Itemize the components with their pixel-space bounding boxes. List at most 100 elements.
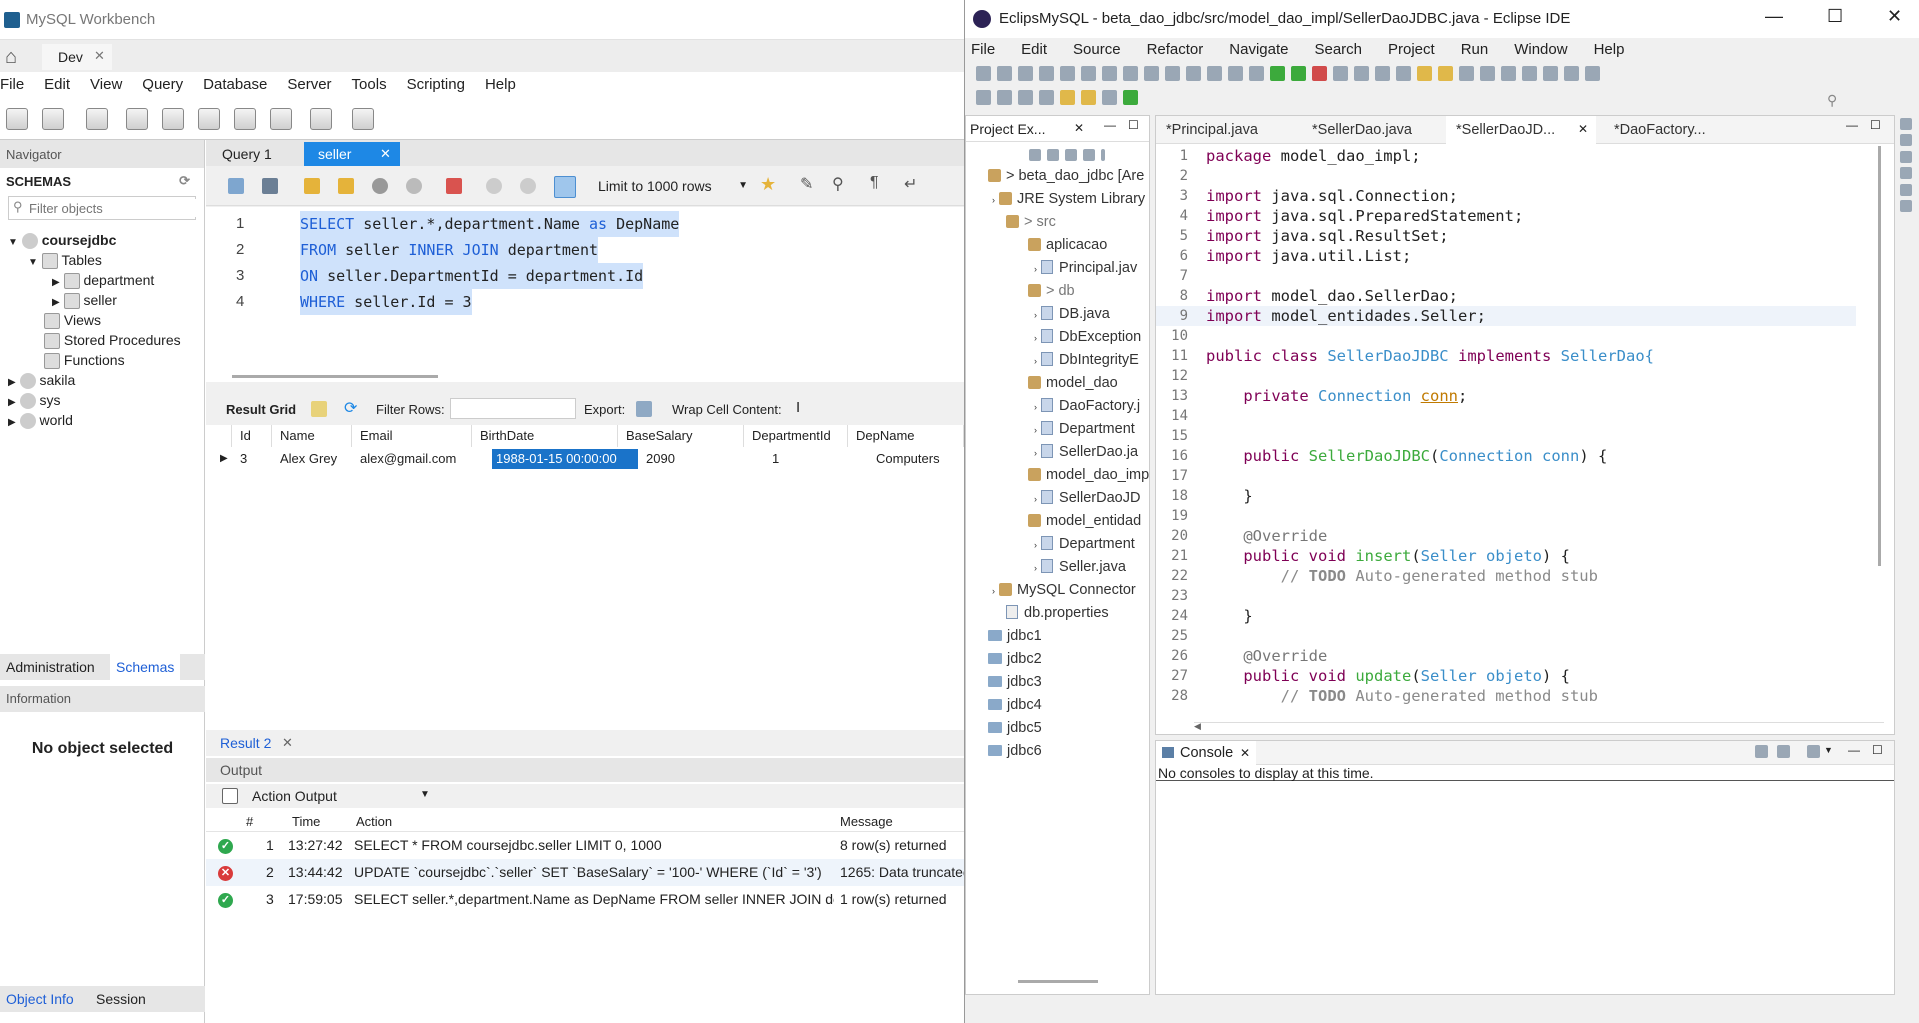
tree-db-exception[interactable]: › DbException [1034, 326, 1141, 349]
tree-db-integrity[interactable]: › DbIntegrityE [1034, 349, 1139, 372]
maximize-view-icon[interactable]: ☐ [1128, 118, 1139, 132]
focus-icon[interactable] [1083, 148, 1095, 161]
wrap-cell-icon[interactable]: Ⅰ [796, 399, 800, 416]
filter-icon[interactable] [1065, 148, 1077, 161]
refresh-icon[interactable]: ⟳ [179, 173, 190, 189]
forward-icon[interactable] [1102, 90, 1117, 105]
tab-sellerdao-java[interactable]: *SellerDao.java [1302, 116, 1422, 144]
stop-icon[interactable] [406, 178, 422, 194]
annotation-prev-icon[interactable] [1501, 66, 1516, 81]
coverage-icon[interactable] [1312, 66, 1327, 81]
open-type-icon[interactable] [1417, 66, 1432, 81]
tab-query-1[interactable]: Query 1 [210, 142, 284, 166]
next-annotation-icon[interactable] [1018, 90, 1033, 105]
tree-src[interactable]: > src [1006, 211, 1056, 234]
open-file-icon[interactable] [228, 178, 244, 194]
tree-model-dao[interactable]: model_dao [1028, 372, 1118, 395]
menu-project[interactable]: Project [1388, 38, 1435, 61]
tree-jdbc2[interactable]: jdbc2 [988, 648, 1042, 671]
tab-seller[interactable]: seller ✕ [304, 142, 400, 166]
code-area[interactable]: 1 package model_dao_impl; 2 3 import java.… [1156, 144, 1876, 720]
horizontal-scrollbar[interactable] [232, 375, 438, 378]
debug-icon[interactable] [1270, 66, 1285, 81]
schema-sakila[interactable]: ▶ sakila [0, 370, 204, 390]
inspector-icon[interactable] [86, 108, 108, 130]
close-icon[interactable]: ✕ [1578, 122, 1588, 136]
save-icon[interactable] [997, 66, 1012, 81]
close-icon[interactable]: ✕ [1240, 746, 1250, 760]
run-last-icon[interactable] [1249, 66, 1264, 81]
last-edit-icon[interactable] [1522, 66, 1537, 81]
step-return-icon[interactable] [1228, 66, 1243, 81]
step-over-icon[interactable] [1207, 66, 1222, 81]
grid-col-header[interactable]: BirthDate [472, 425, 618, 447]
output-row[interactable]: ✓ 1 13:27:42 SELECT * FROM coursejdbc.se… [206, 832, 964, 859]
new-java-project-icon[interactable] [1354, 66, 1369, 81]
menu-scripting[interactable]: Scripting [407, 72, 465, 97]
menu-server[interactable]: Server [287, 72, 331, 97]
tree-jdbc6[interactable]: jdbc6 [988, 740, 1042, 763]
sql-editor[interactable]: 1 SELECT seller.*,department.Name as DepN… [206, 207, 964, 382]
output-row[interactable]: ✕ 2 13:44:42 UPDATE `coursejdbc`.`seller… [206, 859, 964, 886]
create-function-icon[interactable] [270, 108, 292, 130]
tree-aplicacao[interactable]: aplicacao [1028, 234, 1107, 257]
link-editor-icon[interactable] [1047, 148, 1059, 161]
menu-help[interactable]: Help [485, 72, 516, 97]
back-nav-icon[interactable] [1081, 90, 1096, 105]
create-view-icon[interactable] [198, 108, 220, 130]
resume-icon[interactable] [1123, 66, 1138, 81]
execute-current-icon[interactable] [338, 178, 354, 194]
new-sql-tab-icon[interactable] [6, 108, 28, 130]
tree-project[interactable]: > beta_dao_jdbc [Are [988, 165, 1144, 188]
menu-help[interactable]: Help [1594, 38, 1625, 61]
problems-icon[interactable] [1900, 150, 1912, 163]
minimize-view-icon[interactable]: — [1846, 118, 1858, 132]
minimize-view-icon[interactable]: — [1104, 118, 1116, 132]
grid-col-header[interactable]: Email [352, 425, 472, 447]
open-console-icon[interactable] [1755, 745, 1768, 758]
menu-navigate[interactable]: Navigate [1229, 38, 1288, 61]
menu-database[interactable]: Database [203, 72, 267, 97]
execute-icon[interactable] [304, 178, 320, 194]
open-perspective-icon[interactable] [976, 90, 991, 105]
collapse-all-icon[interactable] [1029, 148, 1041, 161]
menu-edit[interactable]: Edit [1021, 38, 1047, 61]
tree-dao-factory[interactable]: › DaoFactory.j [1034, 395, 1140, 418]
rollback-icon[interactable] [520, 178, 536, 194]
terminate-icon[interactable] [1165, 66, 1180, 81]
result-grid-label[interactable]: Result Grid [226, 402, 296, 417]
skip-breakpoints-icon[interactable] [1102, 66, 1117, 81]
beautify-icon[interactable]: ✎ [800, 174, 813, 194]
tree-jre[interactable]: › JRE System Library [992, 188, 1145, 211]
chevron-down-icon[interactable]: ▼ [1824, 745, 1833, 755]
bookmark-star-icon[interactable]: ★ [760, 174, 776, 195]
tree-principal[interactable]: › Principal.jav [1034, 257, 1137, 280]
tab-result-2[interactable]: Result 2 [220, 735, 271, 751]
create-procedure-icon[interactable] [234, 108, 256, 130]
copy-icon[interactable] [222, 788, 238, 804]
refresh-icon[interactable]: ⟳ [344, 398, 357, 418]
tree-mysql-connector[interactable]: › MySQL Connector [992, 579, 1136, 602]
commit-icon[interactable] [486, 178, 502, 194]
tree-db-properties[interactable]: db.properties [1006, 602, 1109, 625]
tab-project-explorer[interactable]: Project Ex... [970, 121, 1045, 137]
minimize-view-icon[interactable]: — [1848, 743, 1860, 757]
export-icon[interactable] [636, 401, 652, 417]
autocommit-icon[interactable] [554, 176, 576, 198]
undo-icon[interactable] [1039, 66, 1054, 81]
invisible-chars-icon[interactable]: ¶ [870, 174, 879, 192]
external-tools-icon[interactable] [1333, 66, 1348, 81]
scroll-left-icon[interactable]: ◀ [1194, 721, 1201, 732]
menu-query[interactable]: Query [142, 72, 183, 97]
grid-col-header[interactable]: BaseSalary [618, 425, 744, 447]
tree-views[interactable]: Views [0, 310, 204, 330]
tab-session[interactable]: Session [96, 991, 146, 1007]
minimize-icon[interactable]: — [1765, 6, 1783, 27]
run-icon[interactable] [1291, 66, 1306, 81]
forward-nav-icon[interactable] [1060, 90, 1075, 105]
selected-cell[interactable]: 1988-01-15 00:00:00 [492, 449, 638, 469]
javadoc-icon[interactable] [1900, 167, 1912, 180]
maximize-view-icon[interactable]: ☐ [1870, 118, 1881, 132]
grid-col-header[interactable]: Name [272, 425, 352, 447]
search-icon[interactable]: ⚲ [1827, 92, 1837, 109]
